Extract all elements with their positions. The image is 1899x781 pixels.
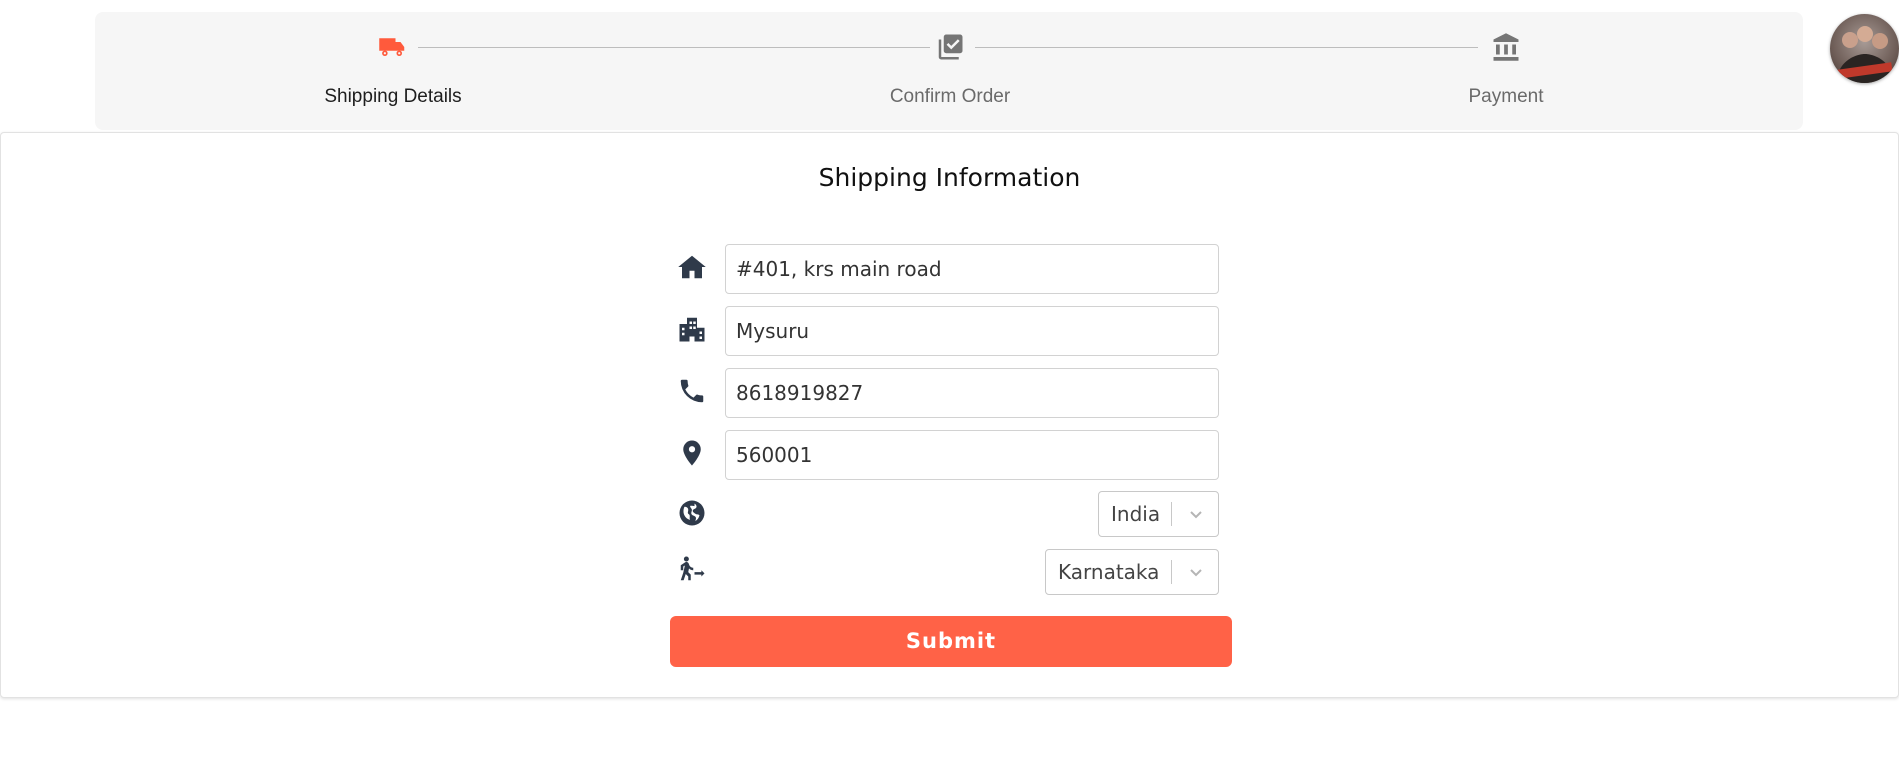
step-connector	[975, 47, 1478, 48]
bank-icon	[1493, 33, 1519, 61]
truck-icon	[379, 38, 405, 56]
user-avatar[interactable]	[1830, 14, 1899, 83]
city-input[interactable]	[725, 306, 1219, 356]
location-pin-icon	[683, 440, 701, 466]
checklist-icon	[938, 34, 963, 60]
globe-icon	[679, 500, 705, 526]
transfer-within-station-icon	[680, 556, 705, 581]
state-selected-value: Karnataka	[1058, 560, 1160, 584]
phone-input[interactable]	[725, 368, 1219, 418]
step-connector	[418, 47, 930, 48]
chevron-down-icon	[1190, 511, 1202, 519]
select-divider	[1171, 560, 1172, 584]
page-title: Shipping Information	[818, 163, 1081, 192]
phone-icon	[680, 379, 704, 403]
state-select[interactable]: Karnataka	[1045, 549, 1219, 595]
country-select[interactable]: India	[1098, 491, 1219, 537]
country-selected-value: India	[1111, 502, 1161, 526]
step-label: Payment	[1468, 86, 1544, 107]
address-input[interactable]	[725, 244, 1219, 294]
step-label: Shipping Details	[324, 86, 462, 107]
home-icon	[678, 255, 706, 279]
pincode-input[interactable]	[725, 430, 1219, 480]
submit-button[interactable]: Submit	[670, 616, 1232, 667]
chevron-down-icon	[1190, 569, 1202, 577]
city-icon	[679, 317, 705, 342]
step-label: Confirm Order	[889, 86, 1011, 107]
shipping-card: Shipping Information India	[0, 132, 1899, 698]
checkout-stepper: Shipping Details Confirm Order Payment	[95, 12, 1803, 130]
avatar-photo	[1836, 26, 1894, 83]
select-divider	[1171, 502, 1172, 526]
